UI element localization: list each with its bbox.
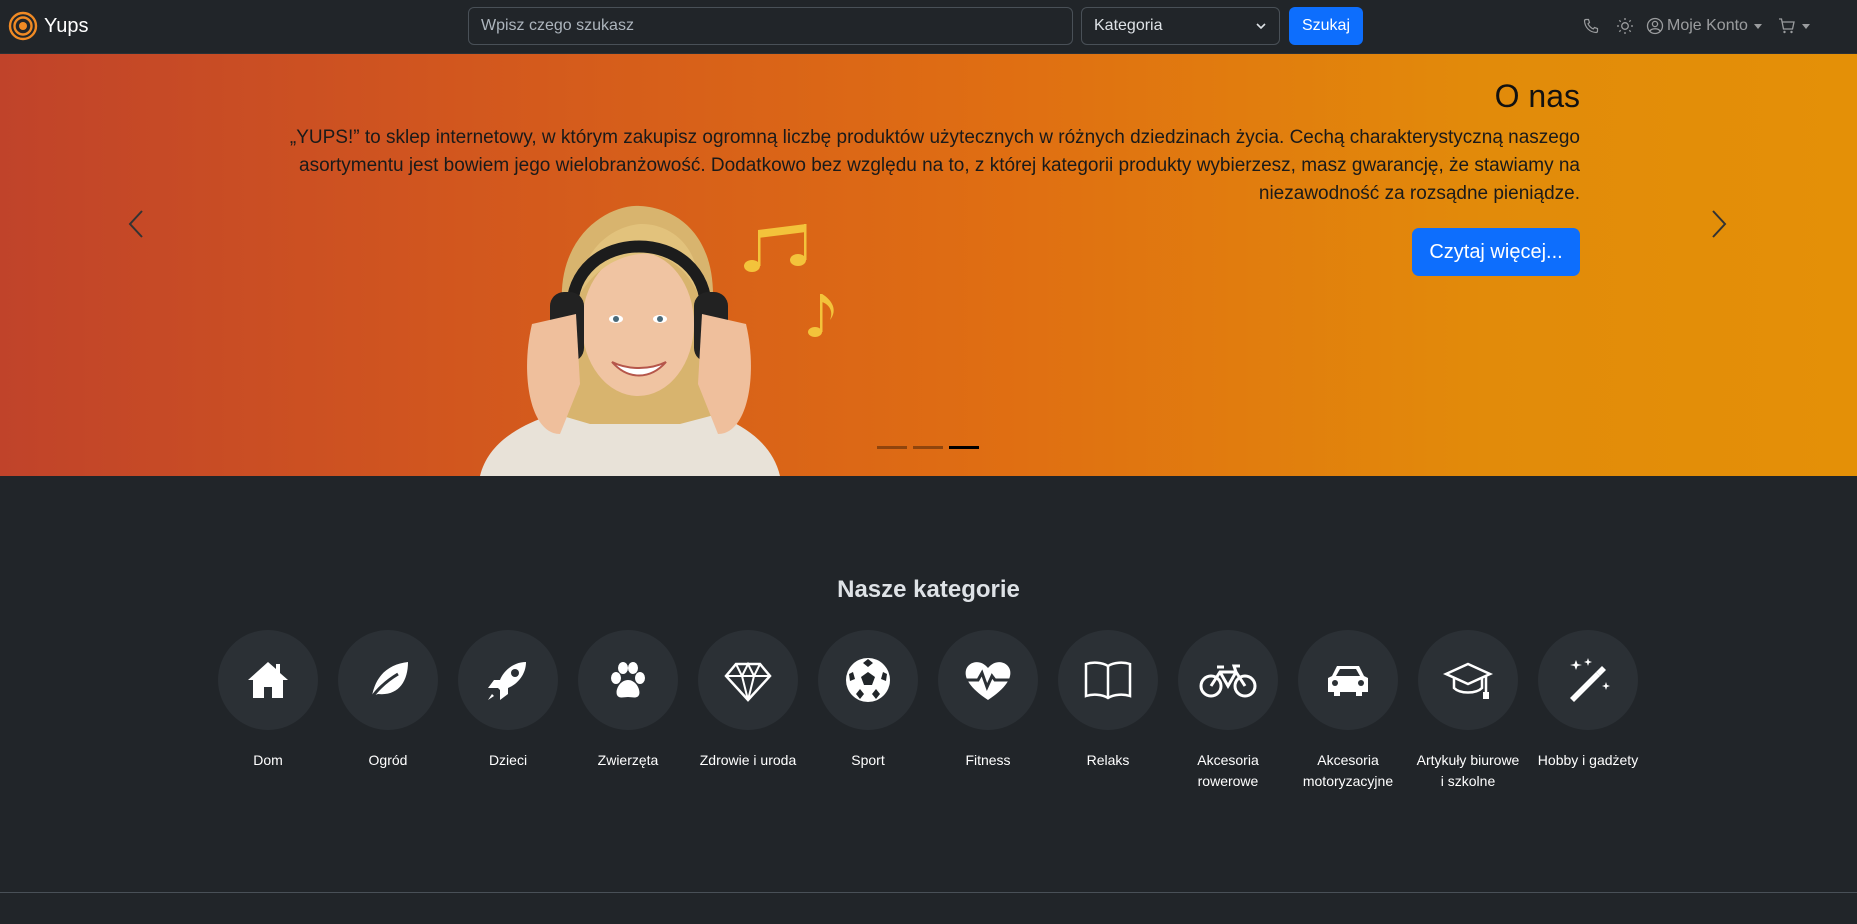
caret-down-icon (1801, 23, 1810, 29)
read-more-button[interactable]: Czytaj więcej... (1412, 228, 1580, 276)
category-sport[interactable]: Sport (808, 630, 928, 792)
carousel-indicators (877, 446, 979, 449)
category-circle (938, 630, 1038, 730)
category-label: Dzieci (488, 752, 528, 768)
carousel-indicator-3[interactable] (949, 446, 979, 449)
category-dom[interactable]: Dom (208, 630, 328, 792)
category-circle (1058, 630, 1158, 730)
cart-icon (1778, 18, 1795, 34)
categories-grid: Dom Ogród Dzieci Zwierzęta Zdrowie i uro… (208, 630, 1648, 792)
category-label: Fitness (965, 752, 1011, 768)
nav-right-group: Moje Konto (1580, 12, 1810, 40)
house-icon (248, 662, 288, 698)
graduation-cap-icon (1442, 662, 1494, 699)
category-circle (1178, 630, 1278, 730)
category-label: Sport (851, 752, 885, 768)
category-circle (218, 630, 318, 730)
top-navbar: Yups Kategoria Szukaj (0, 0, 1857, 54)
category-dzieci[interactable]: Dzieci (448, 630, 568, 792)
chevron-left-icon (128, 210, 143, 238)
book-icon (1084, 661, 1132, 700)
brand-link[interactable]: Yups (8, 10, 88, 42)
category-akcesoria-rowerowe[interactable]: Akcesoria rowerowe (1168, 630, 1288, 792)
account-label: Moje Konto (1667, 17, 1748, 34)
category-label: Dom (253, 752, 283, 768)
search-button[interactable]: Szukaj (1289, 7, 1363, 45)
cart-dropdown[interactable] (1778, 17, 1810, 35)
category-circle (1298, 630, 1398, 730)
categories-title: Nasze kategorie (837, 576, 1020, 603)
gem-icon (724, 661, 772, 702)
category-fitness[interactable]: Fitness (928, 630, 1048, 792)
category-hobby-i-gadzety[interactable]: Hobby i gadżety (1528, 630, 1648, 792)
woman-with-headphones-image (480, 205, 834, 476)
theme-sun-icon[interactable] (1614, 15, 1636, 37)
category-label: Relaks (1086, 752, 1130, 768)
category-artykuly-biurowe-i-szkolne[interactable]: Artykuły biurowe i szkolne (1408, 630, 1528, 792)
category-label: Hobby i gadżety (1537, 752, 1639, 768)
chevron-right-icon (1712, 210, 1727, 238)
category-label: Ogród (368, 752, 408, 768)
carousel-indicator-1[interactable] (877, 446, 907, 449)
category-zdrowie-i-uroda[interactable]: Zdrowie i uroda (688, 630, 808, 792)
category-circle (1538, 630, 1638, 730)
hero-description: „YUPS!” to sklep internetowy, w którym z… (289, 127, 1580, 204)
category-ogrod[interactable]: Ogród (328, 630, 448, 792)
carousel-next-button[interactable] (1699, 204, 1739, 244)
user-circle-icon (1646, 17, 1664, 35)
category-label: Zwierzęta (597, 752, 659, 768)
rocket-icon (488, 662, 526, 700)
category-select-value: Kategoria (1094, 17, 1163, 34)
brand-name: Yups (44, 14, 89, 37)
carousel-indicator-2[interactable] (913, 446, 943, 449)
category-circle (1418, 630, 1518, 730)
paw-icon (611, 662, 645, 698)
yups-logo-icon (8, 11, 38, 41)
category-label: Akcesoria motoryzacyjne (1302, 752, 1394, 789)
category-select[interactable]: Kategoria (1081, 7, 1280, 45)
category-label: Akcesoria rowerowe (1197, 752, 1259, 789)
caret-down-icon (1753, 23, 1762, 29)
hero-carousel: O nas „YUPS!” to sklep internetowy, w kt… (0, 54, 1857, 476)
chevron-down-icon (1256, 23, 1266, 30)
bicycle-icon (1199, 664, 1257, 698)
category-circle (338, 630, 438, 730)
category-label: Zdrowie i uroda (699, 752, 797, 768)
account-dropdown[interactable]: Moje Konto (1646, 17, 1762, 35)
category-circle (698, 630, 798, 730)
category-circle (818, 630, 918, 730)
category-akcesoria-motoryzacyjne[interactable]: Akcesoria motoryzacyjne (1288, 630, 1408, 792)
category-circle (578, 630, 678, 730)
category-relaks[interactable]: Relaks (1048, 630, 1168, 792)
footer-divider (0, 892, 1857, 893)
category-zwierzeta[interactable]: Zwierzęta (568, 630, 688, 792)
phone-icon[interactable] (1580, 15, 1602, 37)
category-circle (458, 630, 558, 730)
leaf-icon (368, 662, 408, 701)
magic-wand-icon (1570, 658, 1610, 702)
category-label: Artykuły biurowe i szkolne (1416, 752, 1520, 789)
car-icon (1328, 666, 1368, 696)
soccer-ball-icon (846, 658, 890, 702)
hero-title: O nas (1494, 78, 1580, 114)
carousel-prev-button[interactable] (116, 204, 156, 244)
heart-pulse-icon (965, 662, 1011, 700)
search-input[interactable] (468, 7, 1073, 45)
